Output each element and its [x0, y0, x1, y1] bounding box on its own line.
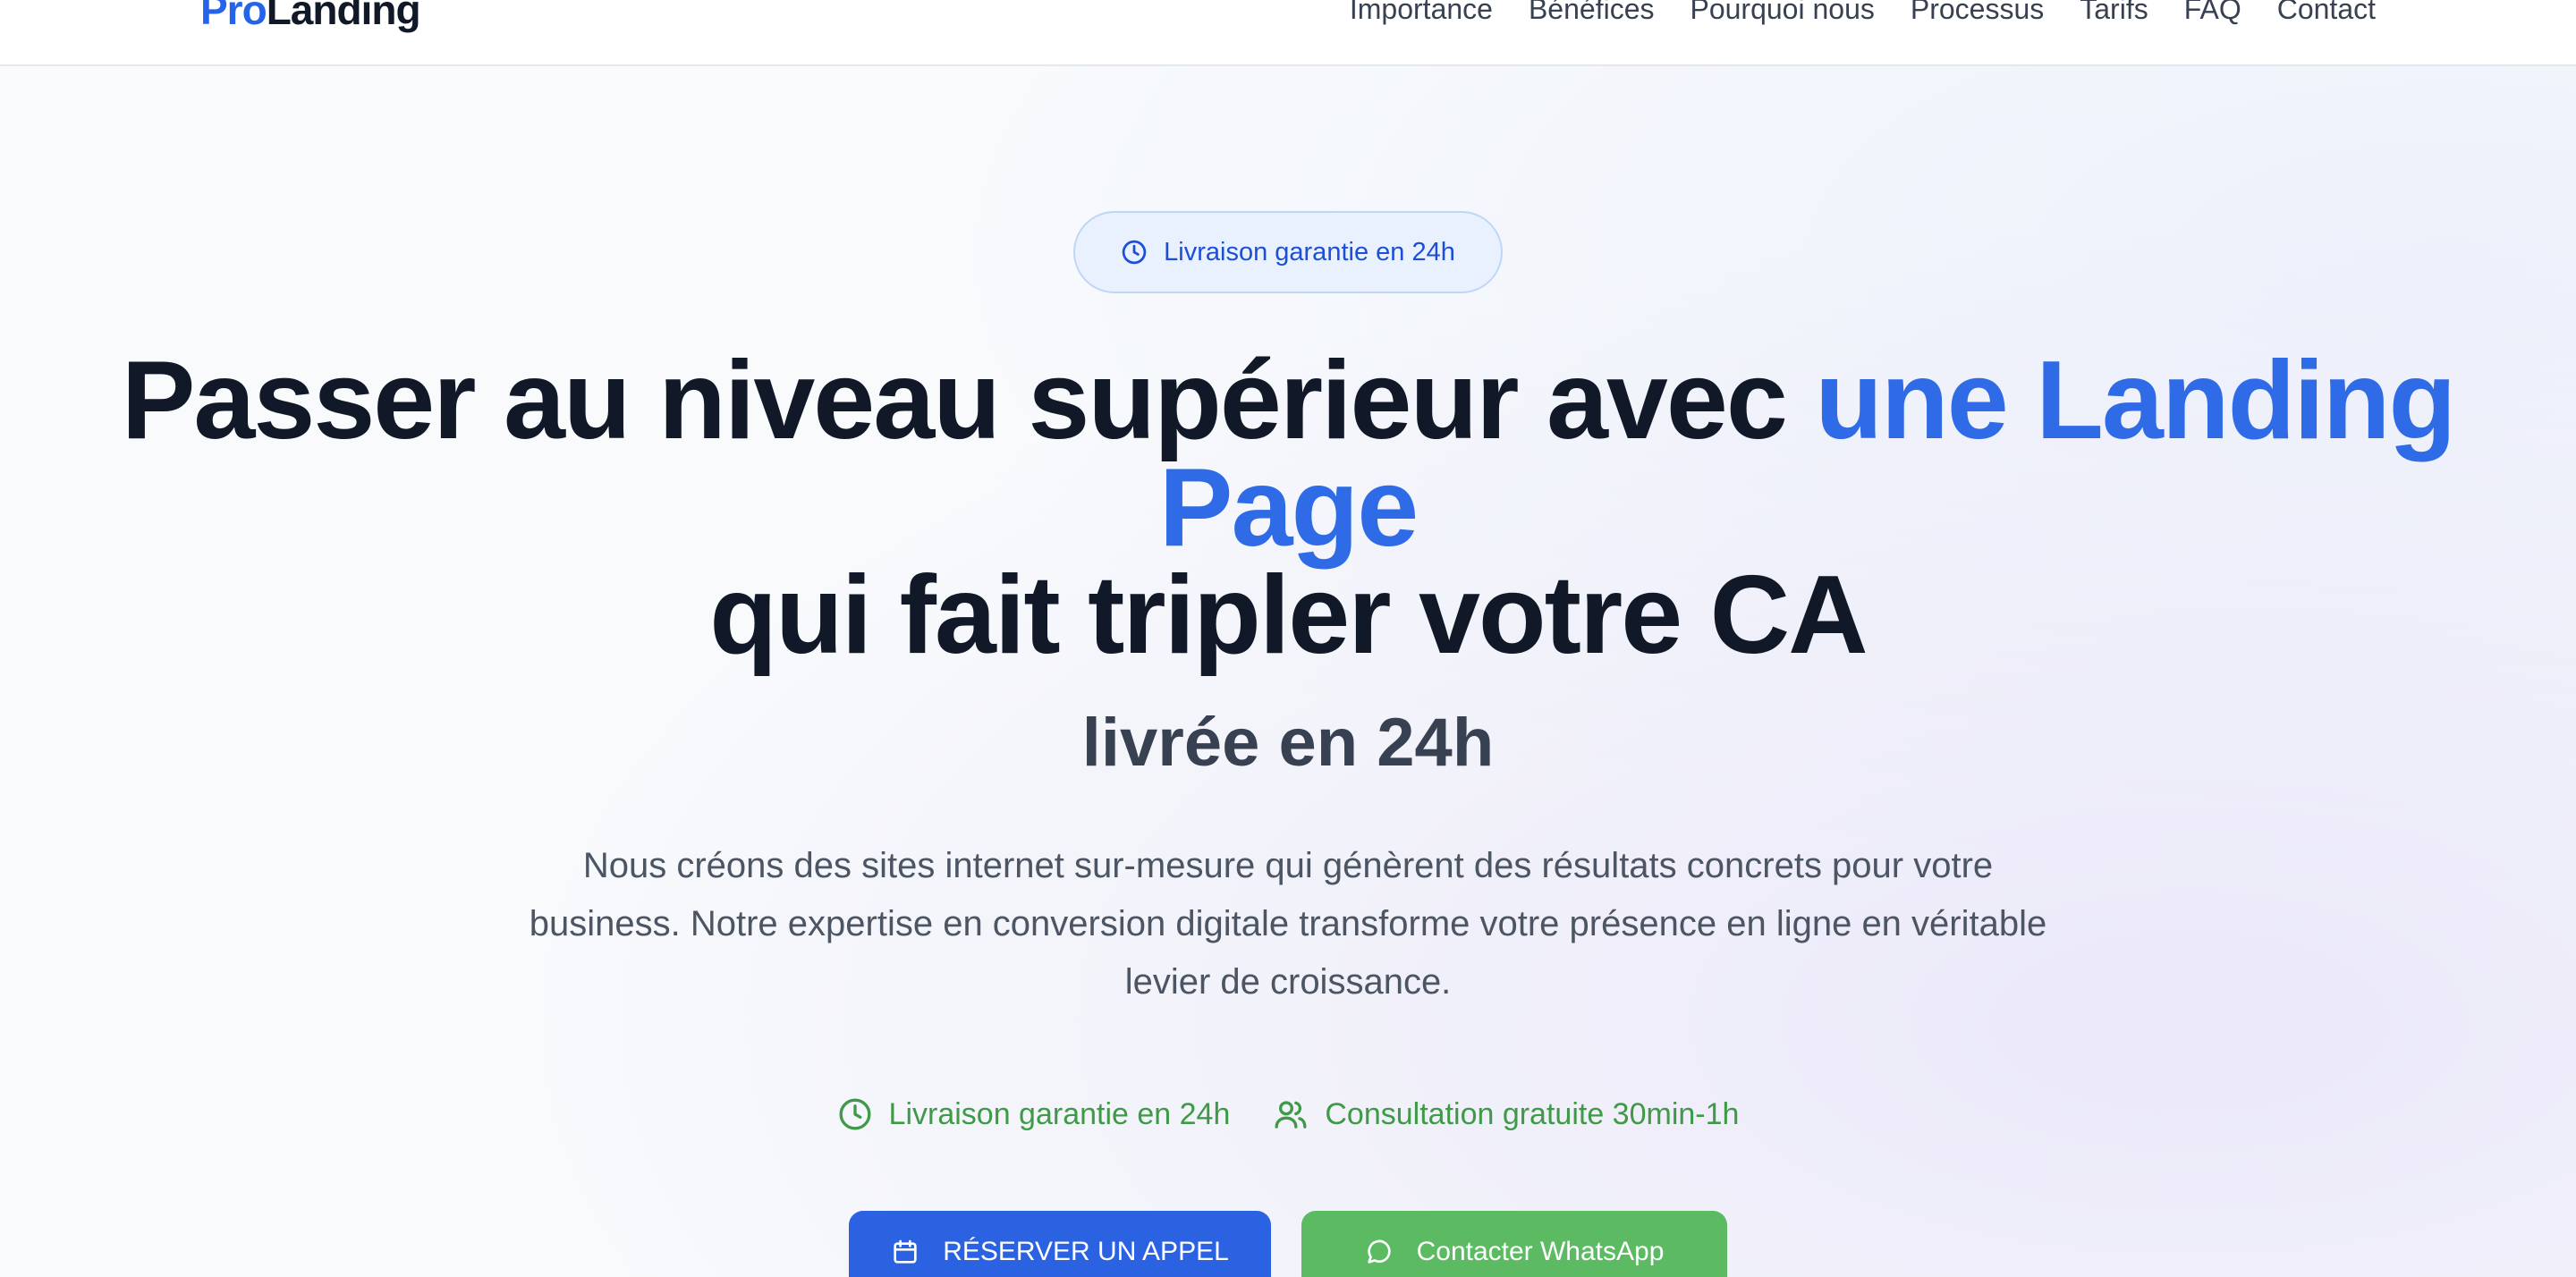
cta-group: RÉSERVER UN APPEL Contacter WhatsApp: [0, 1211, 2576, 1277]
whatsapp-button[interactable]: Contacter WhatsApp: [1301, 1211, 1727, 1277]
nav-faq[interactable]: FAQ: [2184, 0, 2241, 27]
feature-delivery: Livraison garantie en 24h: [837, 1096, 1231, 1132]
headline-part2: qui fait tripler votre CA: [709, 554, 1868, 677]
logo-pro: Pro: [200, 0, 267, 33]
nav-tarifs[interactable]: Tarifs: [2080, 0, 2148, 27]
clock-icon: [839, 1098, 871, 1130]
nav-contact[interactable]: Contact: [2277, 0, 2376, 27]
hero-description: Nous créons des sites internet sur-mesur…: [529, 846, 2047, 1002]
logo-landing: Landing: [266, 0, 421, 33]
nav-importance[interactable]: Importance: [1350, 0, 1493, 27]
hero-subheadline: livrée en 24h: [1081, 705, 1495, 781]
nav-benefices[interactable]: Bénéfices: [1529, 0, 1655, 27]
book-call-label: RÉSERVER UN APPEL: [943, 1237, 1229, 1266]
feature-label: Consultation gratuite 30min-1h: [1325, 1096, 1740, 1131]
delivery-badge: Livraison garantie en 24h: [1073, 211, 1503, 293]
feature-consultation: Consultation gratuite 30min-1h: [1273, 1096, 1739, 1132]
hero-headline: Passer au niveau supérieur avec une Land…: [0, 345, 2576, 671]
feature-label: Livraison garantie en 24h: [888, 1096, 1231, 1131]
users-icon: [1275, 1101, 1307, 1129]
whatsapp-label: Contacter WhatsApp: [1416, 1237, 1665, 1266]
calendar-icon: [894, 1239, 917, 1264]
headline-part1: Passer au niveau supérieur avec: [121, 339, 1816, 462]
logo[interactable]: ProLanding: [200, 0, 421, 33]
feature-list: Livraison garantie en 24h Consultation g…: [0, 1096, 2576, 1132]
main-nav: Importance Bénéfices Pourquoi nous Proce…: [1350, 0, 2376, 27]
nav-processus[interactable]: Processus: [1911, 0, 2044, 27]
nav-pourquoi-nous[interactable]: Pourquoi nous: [1690, 0, 1874, 27]
book-call-button[interactable]: RÉSERVER UN APPEL: [849, 1211, 1271, 1277]
clock-icon: [1122, 240, 1147, 265]
chat-bubble-icon: [1367, 1239, 1391, 1264]
site-header: ProLanding Importance Bénéfices Pourquoi…: [0, 0, 2576, 66]
badge-label: Livraison garantie en 24h: [1164, 237, 1455, 266]
